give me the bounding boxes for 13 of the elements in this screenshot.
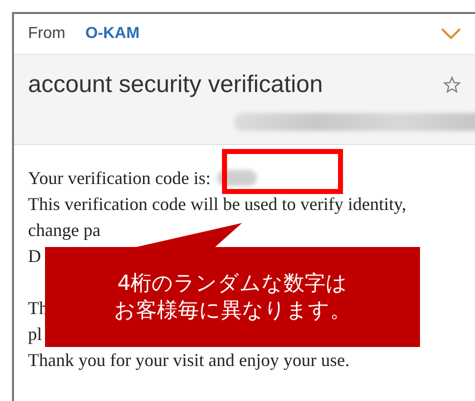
star-icon[interactable]: [443, 76, 461, 94]
body-text: Thank you for your visit and enjoy your use.: [28, 349, 350, 372]
callout-text: 4桁のランダムな数字は: [117, 270, 348, 297]
sender-name[interactable]: O-KAM: [85, 25, 421, 43]
email-subject: account security verification: [28, 71, 323, 99]
from-label: From: [28, 25, 66, 43]
callout-text: お客様毎に異なります。: [114, 297, 351, 324]
body-text: D: [28, 245, 41, 268]
body-text: Your verification code is:: [28, 167, 211, 190]
body-text: change pa: [28, 219, 100, 242]
body-text: This verification code will be used to verify identity,: [28, 193, 406, 216]
body-text: pl: [28, 323, 42, 346]
chevron-down-icon[interactable]: [441, 28, 461, 40]
